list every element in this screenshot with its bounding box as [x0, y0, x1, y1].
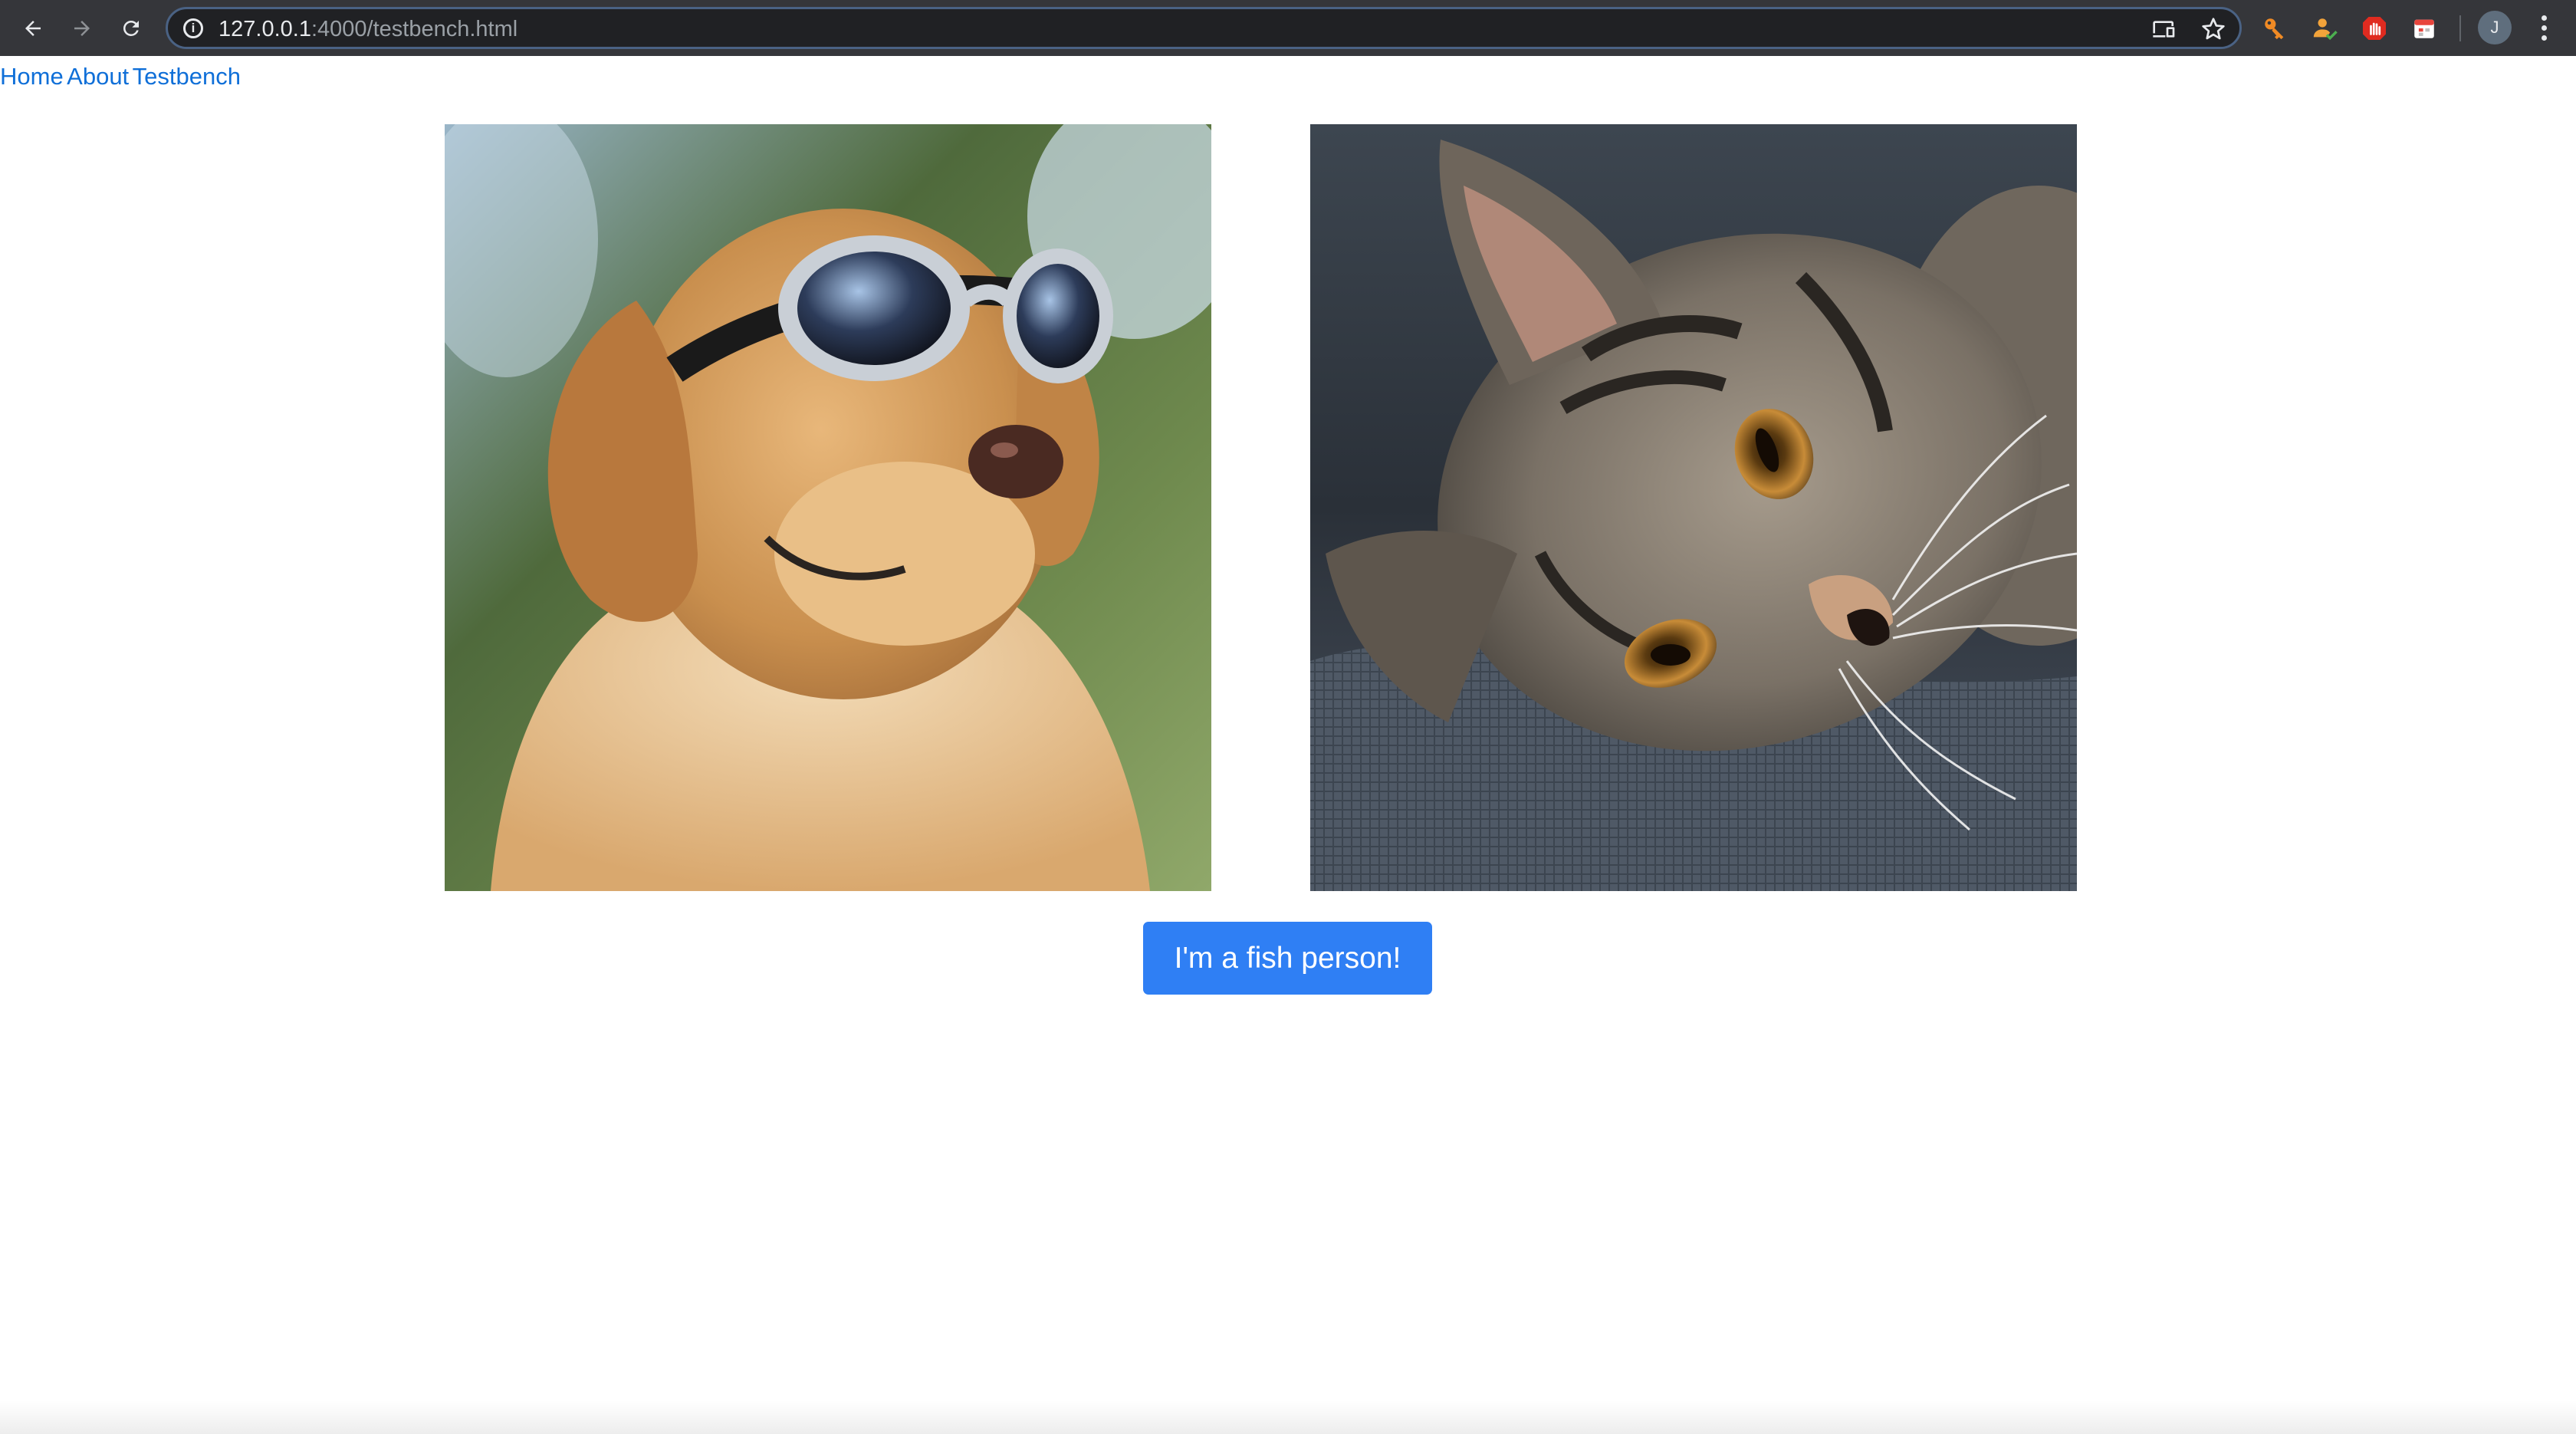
browser-toolbar: i 127.0.0.1:4000/testbench.html J	[0, 0, 2576, 56]
url-path: :4000/testbench.html	[310, 17, 518, 41]
nav-link-home[interactable]: Home	[0, 63, 64, 90]
cast-icon[interactable]	[2150, 15, 2178, 43]
more-vert-icon[interactable]	[2530, 11, 2558, 44]
forward-arrow-icon[interactable]	[62, 8, 102, 48]
key-extension-icon[interactable]	[2259, 13, 2290, 44]
kitten-image[interactable]	[1310, 124, 2077, 891]
person-check-extension-icon[interactable]	[2309, 13, 2340, 44]
back-arrow-icon[interactable]	[13, 8, 53, 48]
calendar-extension-icon[interactable]	[2409, 13, 2440, 44]
toolbar-divider	[2459, 15, 2461, 41]
nav-link-about[interactable]: About	[67, 63, 129, 90]
url-host: 127.0.0.1	[219, 17, 311, 41]
profile-avatar[interactable]: J	[2478, 11, 2512, 44]
nav-link-testbench[interactable]: Testbench	[133, 63, 241, 90]
address-bar[interactable]: i 127.0.0.1:4000/testbench.html	[166, 7, 2242, 49]
dog-image[interactable]	[445, 124, 1211, 891]
fish-person-button[interactable]: I'm a fish person!	[1143, 922, 1432, 995]
stop-hand-extension-icon[interactable]	[2359, 13, 2390, 44]
site-nav: Home About Testbench	[0, 60, 241, 94]
reload-icon[interactable]	[111, 8, 151, 48]
bottom-shadow	[0, 1400, 2576, 1434]
info-icon[interactable]: i	[183, 18, 203, 38]
star-icon[interactable]	[2200, 15, 2227, 43]
url-text[interactable]: 127.0.0.1:4000/testbench.html	[219, 18, 518, 41]
